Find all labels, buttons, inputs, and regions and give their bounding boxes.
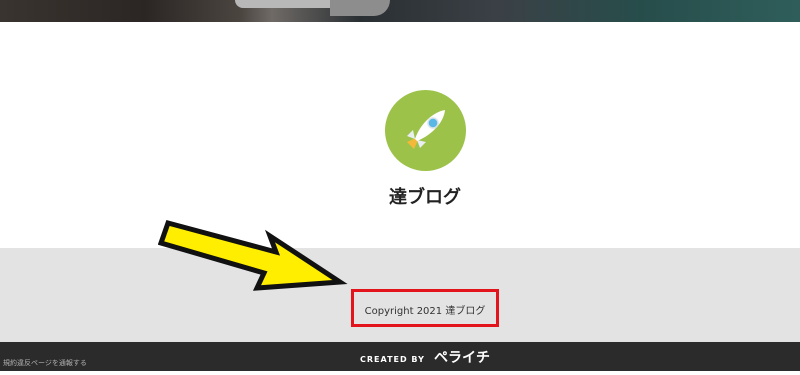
site-logo[interactable] — [385, 90, 466, 171]
created-by-link[interactable]: CREATED BY ペライチ — [0, 347, 800, 367]
copyright-text: Copyright 2021 達ブログ — [364, 306, 486, 317]
hero-image-strip — [0, 0, 800, 22]
laptop-image-part — [330, 0, 390, 16]
page-bottom-edge — [0, 371, 800, 375]
site-title[interactable]: 達ブログ — [0, 183, 800, 209]
rocket-icon — [407, 110, 445, 149]
brand-name: ペライチ — [433, 350, 490, 366]
created-by-label: CREATED BY — [360, 355, 425, 364]
yellow-arrow-icon — [158, 219, 348, 291]
